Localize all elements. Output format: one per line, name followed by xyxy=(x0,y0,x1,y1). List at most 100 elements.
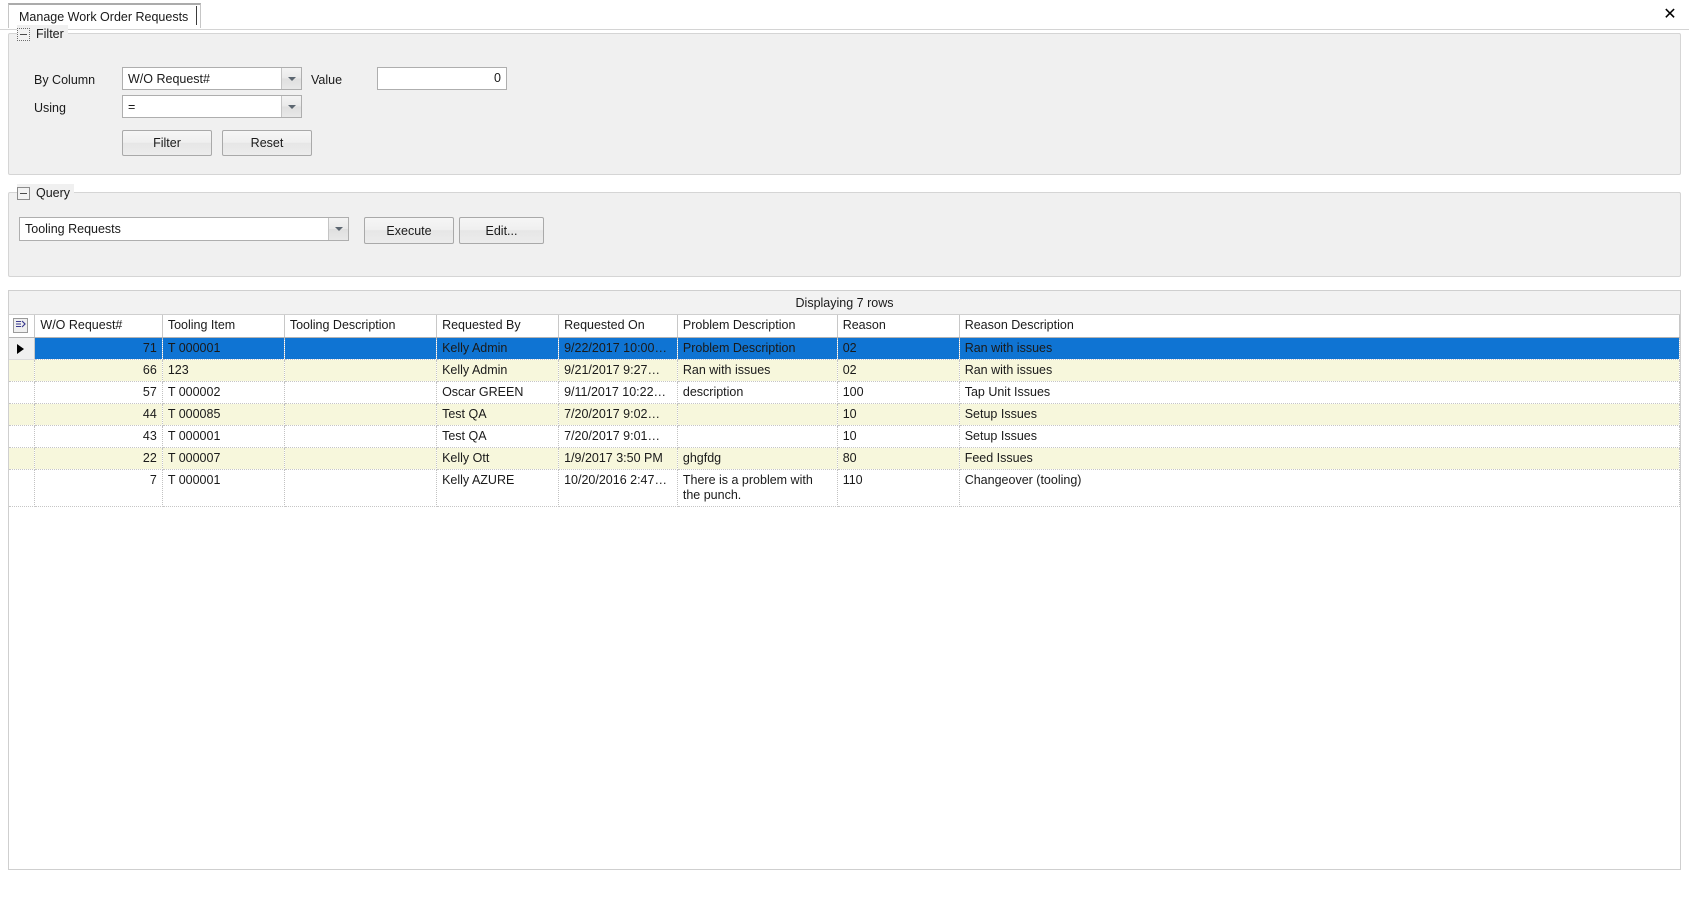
table-row[interactable]: 7 T 000001 Kelly AZURE 10/20/2016 2:47… Ther… xyxy=(9,469,1680,507)
table-cell[interactable]: Kelly Admin xyxy=(436,337,560,360)
table-cell[interactable] xyxy=(677,403,838,426)
table-cell[interactable]: T 000007 xyxy=(162,447,285,470)
table-cell[interactable]: Setup Issues xyxy=(959,403,1680,426)
table-cell[interactable]: 22 xyxy=(34,447,163,470)
table-cell[interactable]: Changeover (tooling) xyxy=(959,469,1680,507)
grid-scroll-area[interactable]: W/O Request# Tooling Item Tooling Descript… xyxy=(9,315,1680,869)
table-cell[interactable]: ghgfdg xyxy=(677,447,838,470)
query-select[interactable]: Tooling Requests xyxy=(19,217,349,241)
table-cell[interactable]: 9/22/2017 10:00… xyxy=(558,337,678,360)
edit-query-button[interactable]: Edit... xyxy=(459,217,544,244)
table-cell[interactable]: 02 xyxy=(837,359,960,382)
column-header-requested-on[interactable]: Requested On xyxy=(558,315,678,338)
table-row[interactable]: 22 T 000007 Kelly Ott 1/9/2017 3:50 PM ghgfd… xyxy=(9,447,1680,470)
column-header-w-o-request[interactable]: W/O Request# xyxy=(34,315,163,338)
table-cell[interactable]: T 000001 xyxy=(162,337,285,360)
table-cell[interactable] xyxy=(284,381,438,404)
chevron-down-icon[interactable] xyxy=(281,96,301,117)
table-row[interactable]: 57 T 000002 Oscar GREEN 9/11/2017 10:22… des… xyxy=(9,381,1680,404)
table-row[interactable]: 66 123 Kelly Admin 9/21/2017 9:27… Ran with … xyxy=(9,359,1680,382)
table-cell[interactable]: Setup Issues xyxy=(959,425,1680,448)
table-cell[interactable] xyxy=(284,359,438,382)
row-header-cell[interactable] xyxy=(9,337,36,360)
table-cell[interactable]: Kelly Ott xyxy=(436,447,560,470)
cell-text: Kelly Admin xyxy=(442,362,508,377)
table-cell[interactable]: 9/21/2017 9:27… xyxy=(558,359,678,382)
collapse-query-icon[interactable] xyxy=(17,186,30,200)
table-cell[interactable]: Ran with issues xyxy=(677,359,838,382)
table-cell[interactable]: Oscar GREEN xyxy=(436,381,560,404)
table-cell[interactable]: 1/9/2017 3:50 PM xyxy=(558,447,678,470)
table-cell[interactable]: Problem Description xyxy=(677,337,838,360)
table-cell[interactable]: 10/20/2016 2:47… xyxy=(558,469,678,507)
table-cell[interactable]: Kelly Admin xyxy=(436,359,560,382)
table-cell[interactable]: 123 xyxy=(162,359,285,382)
value-input[interactable]: 0 xyxy=(377,67,507,90)
table-row[interactable]: 43 T 000001 Test QA 7/20/2017 9:01… 10 Setup … xyxy=(9,425,1680,448)
table-cell[interactable]: T 000002 xyxy=(162,381,285,404)
row-header-cell[interactable] xyxy=(9,469,36,507)
chevron-down-icon[interactable] xyxy=(328,218,348,240)
filter-button[interactable]: Filter xyxy=(122,130,212,156)
table-row[interactable]: 44 T 000085 Test QA 7/20/2017 9:02… 10 Setup … xyxy=(9,403,1680,426)
reset-button[interactable]: Reset xyxy=(222,130,312,156)
column-header-tooling-description[interactable]: Tooling Description xyxy=(284,315,438,338)
table-cell[interactable] xyxy=(284,469,438,507)
table-cell[interactable]: T 000085 xyxy=(162,403,285,426)
table-cell[interactable] xyxy=(284,425,438,448)
chevron-down-icon[interactable] xyxy=(281,68,301,89)
table-cell[interactable]: Kelly AZURE xyxy=(436,469,560,507)
cell-text: Oscar GREEN xyxy=(442,384,524,399)
table-cell[interactable] xyxy=(284,447,438,470)
column-header-requested-by[interactable]: Requested By xyxy=(436,315,560,338)
table-cell[interactable]: 43 xyxy=(34,425,163,448)
row-header-cell[interactable] xyxy=(9,403,36,426)
table-cell[interactable]: T 000001 xyxy=(162,425,285,448)
table-cell[interactable] xyxy=(284,403,438,426)
using-select[interactable]: = xyxy=(122,95,302,118)
cell-text: 71 xyxy=(142,340,157,355)
table-cell[interactable]: 66 xyxy=(34,359,163,382)
close-icon[interactable]: ✕ xyxy=(1657,2,1683,26)
select-all-cell[interactable] xyxy=(9,315,36,338)
row-header-cell[interactable] xyxy=(9,425,36,448)
table-cell[interactable]: 7/20/2017 9:01… xyxy=(558,425,678,448)
by-column-select[interactable]: W/O Request# xyxy=(122,67,302,90)
table-cell[interactable]: 80 xyxy=(837,447,960,470)
table-cell[interactable]: 10 xyxy=(837,403,960,426)
table-cell[interactable]: Ran with issues xyxy=(959,359,1680,382)
column-header-reason-description[interactable]: Reason Description xyxy=(959,315,1680,338)
table-cell[interactable]: Ran with issues xyxy=(959,337,1680,360)
table-cell[interactable]: description xyxy=(677,381,838,404)
query-selected-value: Tooling Requests xyxy=(25,222,121,236)
table-cell[interactable]: T 000001 xyxy=(162,469,285,507)
table-cell[interactable]: 57 xyxy=(34,381,163,404)
row-header-cell[interactable] xyxy=(9,359,36,382)
collapse-filter-icon[interactable] xyxy=(17,27,30,41)
column-header-reason[interactable]: Reason xyxy=(837,315,960,338)
table-cell[interactable]: Test QA xyxy=(436,403,560,426)
row-header-cell[interactable] xyxy=(9,447,36,470)
table-cell[interactable]: 44 xyxy=(34,403,163,426)
table-cell[interactable]: 10 xyxy=(837,425,960,448)
table-cell[interactable]: Feed Issues xyxy=(959,447,1680,470)
table-cell[interactable]: 7 xyxy=(34,469,163,507)
table-cell[interactable]: Tap Unit Issues xyxy=(959,381,1680,404)
row-header-cell[interactable] xyxy=(9,381,36,404)
table-cell[interactable]: 110 xyxy=(837,469,960,507)
table-cell[interactable]: 100 xyxy=(837,381,960,404)
table-cell[interactable]: There is a problem with the punch. xyxy=(677,469,838,507)
column-header-tooling-item[interactable]: Tooling Item xyxy=(162,315,285,338)
cell-text: Setup Issues xyxy=(964,406,1037,421)
table-cell[interactable] xyxy=(284,337,438,360)
column-header-problem-description[interactable]: Problem Description xyxy=(677,315,838,338)
table-cell[interactable]: 71 xyxy=(34,337,163,360)
table-cell[interactable]: 7/20/2017 9:02… xyxy=(558,403,678,426)
table-cell[interactable]: Test QA xyxy=(436,425,560,448)
table-cell[interactable]: 9/11/2017 10:22… xyxy=(558,381,678,404)
table-row[interactable]: 71 T 000001 Kelly Admin 9/22/2017 10:00… Pro… xyxy=(9,337,1680,360)
table-cell[interactable]: 02 xyxy=(837,337,960,360)
execute-button[interactable]: Execute xyxy=(364,217,454,244)
table-cell[interactable] xyxy=(677,425,838,448)
select-all-icon[interactable] xyxy=(13,318,28,333)
